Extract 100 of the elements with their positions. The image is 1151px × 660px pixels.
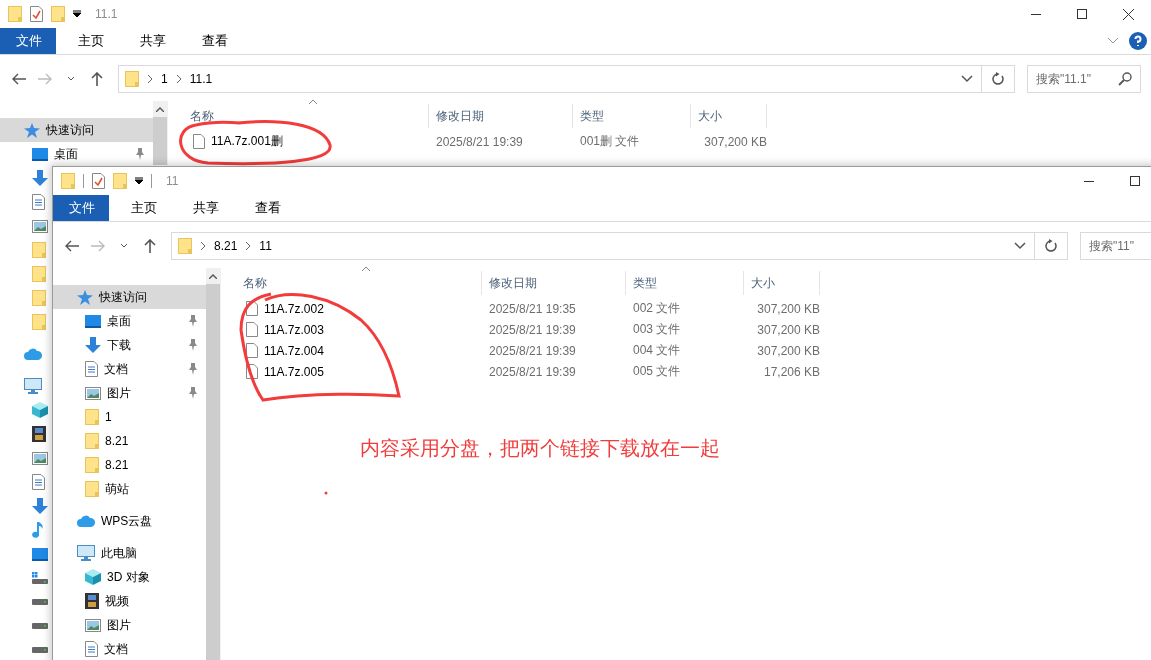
column-header[interactable]: 类型 (573, 104, 691, 128)
modified-date: 2025/8/21 19:39 (436, 134, 523, 149)
file-name[interactable]: 11A.7z.002 (264, 301, 324, 316)
monitor-icon (32, 147, 48, 161)
chevron-right-icon (147, 75, 153, 83)
address-bar[interactable]: 8.21 11 (171, 232, 1035, 260)
refresh-button[interactable] (982, 65, 1015, 93)
nav-item[interactable]: 3D 对象 (53, 565, 206, 589)
file-size: 17,206 KB (763, 364, 820, 379)
annotation-text: 内容采用分盘，把两个链接下载放在一起 (360, 436, 720, 461)
up-arrow-icon (144, 239, 156, 253)
file-name[interactable]: 11A.7z.004 (264, 343, 324, 358)
down-arrow-icon (85, 337, 101, 353)
scrollbar[interactable] (206, 268, 220, 660)
nav-item[interactable]: 视频 (53, 589, 206, 613)
properties-icon[interactable] (92, 173, 105, 189)
file-icon (246, 343, 258, 358)
maximize-icon (1130, 176, 1140, 186)
nav-item[interactable]: 快速访问 (53, 285, 206, 309)
address-bar[interactable]: 1 11.1 (118, 65, 982, 93)
breadcrumb[interactable]: 8.21 (214, 239, 238, 253)
ribbon-tab[interactable]: 查看 (184, 28, 246, 54)
monitor-icon (32, 547, 48, 561)
modified-date: 2025/8/21 19:39 (489, 322, 576, 337)
folder-icon (113, 173, 127, 189)
column-header[interactable]: 修改日期 (482, 271, 626, 295)
nav-item[interactable]: WPS云盘 (53, 509, 206, 533)
picture-icon (85, 386, 101, 400)
monitor-icon (85, 314, 101, 328)
folder-icon (85, 481, 99, 497)
nav-item[interactable]: 图片 (53, 613, 206, 637)
dropdown-icon[interactable] (73, 10, 81, 18)
folder-icon (85, 409, 99, 425)
column-header[interactable]: 名称 (168, 104, 429, 128)
column-header[interactable]: 类型 (626, 271, 744, 295)
window-title: 11.1 (95, 7, 118, 21)
film-icon (85, 593, 99, 609)
file-name[interactable]: 11A.7z.001删 (211, 133, 283, 150)
breadcrumb[interactable]: 11 (259, 239, 272, 253)
folder-icon (32, 242, 46, 258)
document-icon (85, 361, 98, 377)
modified-date: 2025/8/21 19:39 (489, 343, 576, 358)
star-icon (24, 122, 40, 138)
nav-item[interactable]: 图片 (53, 381, 206, 405)
document-icon (85, 641, 98, 657)
file-type: 003 文件 (633, 321, 681, 338)
ribbon-tab[interactable]: 共享 (175, 195, 237, 221)
nav-item[interactable]: 8.21 (53, 429, 206, 453)
nav-item[interactable]: 文档 (53, 637, 206, 660)
column-header[interactable]: 大小 (691, 104, 767, 128)
chevron-right-icon (245, 242, 252, 250)
file-name[interactable]: 11A.7z.005 (264, 364, 324, 379)
breadcrumb[interactable]: 1 (161, 72, 168, 86)
cloud-icon (24, 348, 42, 360)
nav-item[interactable]: 快速访问 (0, 118, 153, 142)
nav-item[interactable]: 此电脑 (53, 541, 206, 565)
chevron-right-icon (175, 75, 182, 83)
forward-arrow-icon (91, 240, 105, 252)
nav-item[interactable]: 桌面 (0, 142, 153, 166)
nav-item[interactable]: 下载 (53, 333, 206, 357)
cube-icon (85, 569, 101, 585)
breadcrumb[interactable]: 11.1 (189, 72, 213, 86)
folder-icon (51, 6, 65, 22)
nav-item[interactable]: 文档 (53, 357, 206, 381)
refresh-button[interactable] (1035, 232, 1068, 260)
column-header[interactable]: 大小 (744, 271, 820, 295)
drive-icon (32, 599, 48, 605)
forward-arrow-icon (38, 73, 52, 85)
nav-item[interactable]: 8.21 (53, 453, 206, 477)
scrollbar[interactable] (153, 101, 167, 165)
drive-icon (32, 623, 48, 629)
chevron-down-icon[interactable] (1107, 37, 1119, 45)
column-header[interactable]: 名称 (221, 271, 482, 295)
column-header[interactable]: 修改日期 (429, 104, 573, 128)
picture-icon (32, 219, 48, 233)
nav-item[interactable]: 萌站 (53, 477, 206, 501)
properties-icon[interactable] (30, 6, 43, 22)
ribbon-tab[interactable]: 主页 (113, 195, 175, 221)
search-field[interactable]: 搜索"11" (1080, 232, 1151, 260)
refresh-icon (991, 72, 1005, 86)
nav-item[interactable]: 1 (53, 405, 206, 429)
chevron-down-icon (1014, 242, 1026, 250)
minimize-icon (1031, 13, 1041, 15)
search-field[interactable]: 搜索"11.1" (1027, 65, 1141, 93)
ribbon-tab[interactable]: 主页 (60, 28, 122, 54)
ribbon-tab[interactable]: 查看 (237, 195, 299, 221)
file-type: 001删 文件 (580, 133, 640, 150)
help-icon[interactable] (1129, 32, 1147, 50)
modified-date: 2025/8/21 19:39 (489, 364, 576, 379)
nav-item[interactable]: 桌面 (53, 309, 206, 333)
file-name[interactable]: 11A.7z.003 (264, 322, 324, 337)
ribbon-tab[interactable]: 共享 (122, 28, 184, 54)
down-arrow-icon (32, 498, 48, 514)
ribbon-tab[interactable]: 文件 (53, 195, 109, 221)
dropdown-icon[interactable] (135, 177, 143, 185)
picture-icon (85, 618, 101, 632)
folder-icon (32, 266, 46, 282)
ribbon-tab[interactable]: 文件 (0, 28, 56, 54)
star-icon (77, 289, 93, 305)
up-arrow-icon (91, 72, 103, 86)
